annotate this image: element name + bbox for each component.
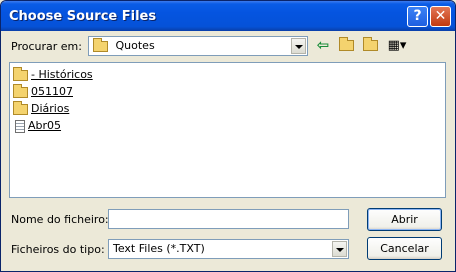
- up-folder-button[interactable]: [337, 36, 355, 56]
- folder-icon: [13, 83, 28, 98]
- title-bar[interactable]: Choose Source Files ? ✕: [1, 1, 455, 31]
- list-item[interactable]: 051107: [13, 83, 73, 99]
- open-button[interactable]: Abrir: [367, 208, 442, 231]
- views-menu-icon[interactable]: ▦▾: [384, 36, 410, 56]
- look-in-text: Quotes: [115, 39, 155, 52]
- list-item-label: Diários: [31, 102, 70, 115]
- text-file-icon: [15, 119, 25, 133]
- chevron-down-icon[interactable]: [291, 38, 306, 54]
- list-item[interactable]: - Históricos: [13, 66, 93, 82]
- help-button[interactable]: ?: [407, 6, 428, 27]
- cancel-button[interactable]: Cancelar: [367, 237, 442, 260]
- dialog-title: Choose Source Files: [9, 9, 157, 24]
- close-icon: ✕: [434, 8, 447, 24]
- list-item-label: 051107: [31, 85, 73, 98]
- up-folder-icon: [338, 37, 354, 51]
- file-name-label: Nome do ficheiro:: [11, 213, 109, 226]
- choose-source-files-dialog: Choose Source Files ? ✕ Procurar em: Quo…: [0, 0, 456, 272]
- file-type-label: Ficheiros do tipo:: [11, 243, 105, 256]
- folder-icon: [93, 37, 108, 52]
- file-type-value: Text Files (*.TXT): [113, 242, 205, 255]
- list-item[interactable]: Abr05: [13, 118, 61, 133]
- back-icon[interactable]: ⇦: [314, 36, 332, 56]
- chevron-down-icon[interactable]: [332, 241, 347, 257]
- folder-icon: [13, 66, 28, 81]
- close-button[interactable]: ✕: [430, 6, 451, 27]
- list-item-label: Abr05: [28, 119, 62, 132]
- look-in-value: Quotes: [93, 37, 155, 52]
- look-in-dropdown[interactable]: Quotes: [88, 36, 308, 56]
- folder-icon: [13, 100, 28, 115]
- list-item[interactable]: Diários: [13, 100, 70, 116]
- look-in-label: Procurar em:: [11, 40, 82, 53]
- file-type-dropdown[interactable]: Text Files (*.TXT): [108, 239, 349, 259]
- list-item-label: - Históricos: [31, 68, 93, 81]
- file-name-input[interactable]: [108, 209, 349, 229]
- new-folder-button[interactable]: [360, 36, 380, 56]
- file-list[interactable]: - Históricos 051107 Diários Abr05: [9, 62, 446, 198]
- help-icon: ?: [413, 8, 422, 24]
- new-folder-icon: [362, 37, 378, 51]
